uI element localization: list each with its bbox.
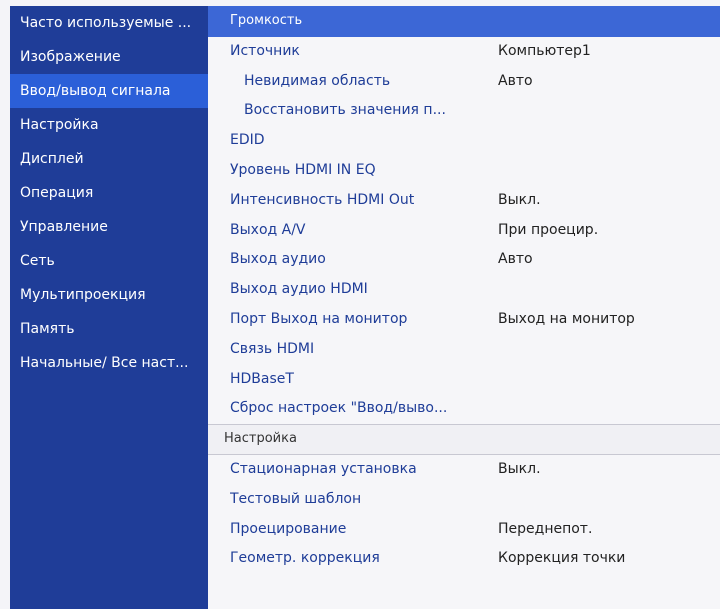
menu-row-label: Порт Выход на монитор	[230, 310, 408, 327]
menu-row-label: Выход A/V	[230, 221, 306, 238]
menu-row-test-pattern[interactable]: Тестовый шаблон	[208, 485, 720, 515]
menu-row-value: Выкл.	[498, 191, 541, 208]
menu-row-volume[interactable]: Громкость	[208, 6, 720, 37]
menu-row-value: Авто	[498, 72, 533, 89]
sidebar-item-multi-projection[interactable]: Мультипроекция	[10, 278, 208, 312]
menu-row-label: Интенсивность HDMI Out	[230, 191, 415, 208]
menu-row-label: Проецирование	[230, 520, 347, 537]
menu-row-hdmi-out-intensity[interactable]: Интенсивность HDMI Out Выкл.	[208, 186, 720, 216]
menu-row-label: Связь HDMI	[230, 340, 315, 357]
menu-row-restore-values[interactable]: Восстановить значения п...	[208, 96, 720, 126]
menu-row-monitor-out-port[interactable]: Порт Выход на монитор Выход на монитор	[208, 305, 720, 335]
menu-row-reset-signal-io[interactable]: Сброс настроек "Ввод/выво...	[208, 394, 720, 424]
menu-row-value: При проецир.	[498, 221, 599, 238]
sidebar-item-network[interactable]: Сеть	[10, 244, 208, 278]
menu-row-value: Коррекция точки	[498, 550, 626, 567]
menu-row-hdbaset[interactable]: HDBaseT	[208, 365, 720, 395]
menu-row-audio-output[interactable]: Выход аудио Авто	[208, 245, 720, 275]
menu-row-label: Уровень HDMI IN EQ	[230, 161, 376, 178]
menu-row-overscan[interactable]: Невидимая область Авто	[208, 67, 720, 97]
section-header-settings: Настройка	[208, 424, 720, 455]
menu-row-hdmi-in-eq[interactable]: Уровень HDMI IN EQ	[208, 156, 720, 186]
menu-row-edid[interactable]: EDID	[208, 126, 720, 156]
menu-row-label: HDBaseT	[230, 370, 294, 387]
sidebar-item-management[interactable]: Управление	[10, 210, 208, 244]
sidebar-item-memory[interactable]: Память	[10, 312, 208, 346]
menu-row-value: Авто	[498, 251, 533, 268]
menu-row-hdmi-link[interactable]: Связь HDMI	[208, 335, 720, 365]
sidebar-item-settings[interactable]: Настройка	[10, 108, 208, 142]
settings-panel: Громкость Источник Компьютер1 Невидимая …	[208, 6, 720, 609]
sidebar-item-favorites[interactable]: Часто используемые ...	[10, 6, 208, 40]
menu-row-fixed-installation[interactable]: Стационарная установка Выкл.	[208, 455, 720, 485]
menu-row-label: Геометр. коррекция	[230, 550, 380, 567]
menu-row-source[interactable]: Источник Компьютер1	[208, 37, 720, 67]
menu-row-label: EDID	[230, 132, 265, 149]
menu-row-av-output[interactable]: Выход A/V При проецир.	[208, 216, 720, 246]
menu-row-label: Сброс настроек "Ввод/выво...	[230, 400, 448, 417]
menu-row-value: Выкл.	[498, 460, 541, 477]
menu-row-label: Стационарная установка	[230, 460, 417, 477]
menu-row-hdmi-audio-output[interactable]: Выход аудио HDMI	[208, 275, 720, 305]
sidebar: Часто используемые ... Изображение Ввод/…	[10, 6, 208, 609]
section-title: Настройка	[224, 431, 297, 447]
menu-row-geometry-correction[interactable]: Геометр. коррекция Коррекция точки	[208, 544, 720, 574]
menu-row-label: Громкость	[230, 13, 303, 28]
menu-row-label: Восстановить значения п...	[244, 102, 446, 119]
projector-settings-menu: Часто используемые ... Изображение Ввод/…	[0, 0, 720, 609]
menu-row-label: Источник	[230, 42, 300, 59]
sidebar-item-initial-all-settings[interactable]: Начальные/ Все наст...	[10, 346, 208, 380]
menu-row-projection[interactable]: Проецирование Переднепот.	[208, 515, 720, 545]
sidebar-item-image[interactable]: Изображение	[10, 40, 208, 74]
menu-row-value: Переднепот.	[498, 520, 593, 537]
menu-row-value: Компьютер1	[498, 42, 591, 59]
menu-row-label: Невидимая область	[244, 72, 391, 89]
sidebar-item-display[interactable]: Дисплей	[10, 142, 208, 176]
sidebar-item-operation[interactable]: Операция	[10, 176, 208, 210]
menu-row-value: Выход на монитор	[498, 310, 635, 327]
menu-row-label: Выход аудио	[230, 251, 326, 268]
sidebar-item-signal-io[interactable]: Ввод/вывод сигнала	[10, 74, 208, 108]
menu-row-label: Тестовый шаблон	[230, 490, 362, 507]
menu-row-label: Выход аудио HDMI	[230, 281, 368, 298]
